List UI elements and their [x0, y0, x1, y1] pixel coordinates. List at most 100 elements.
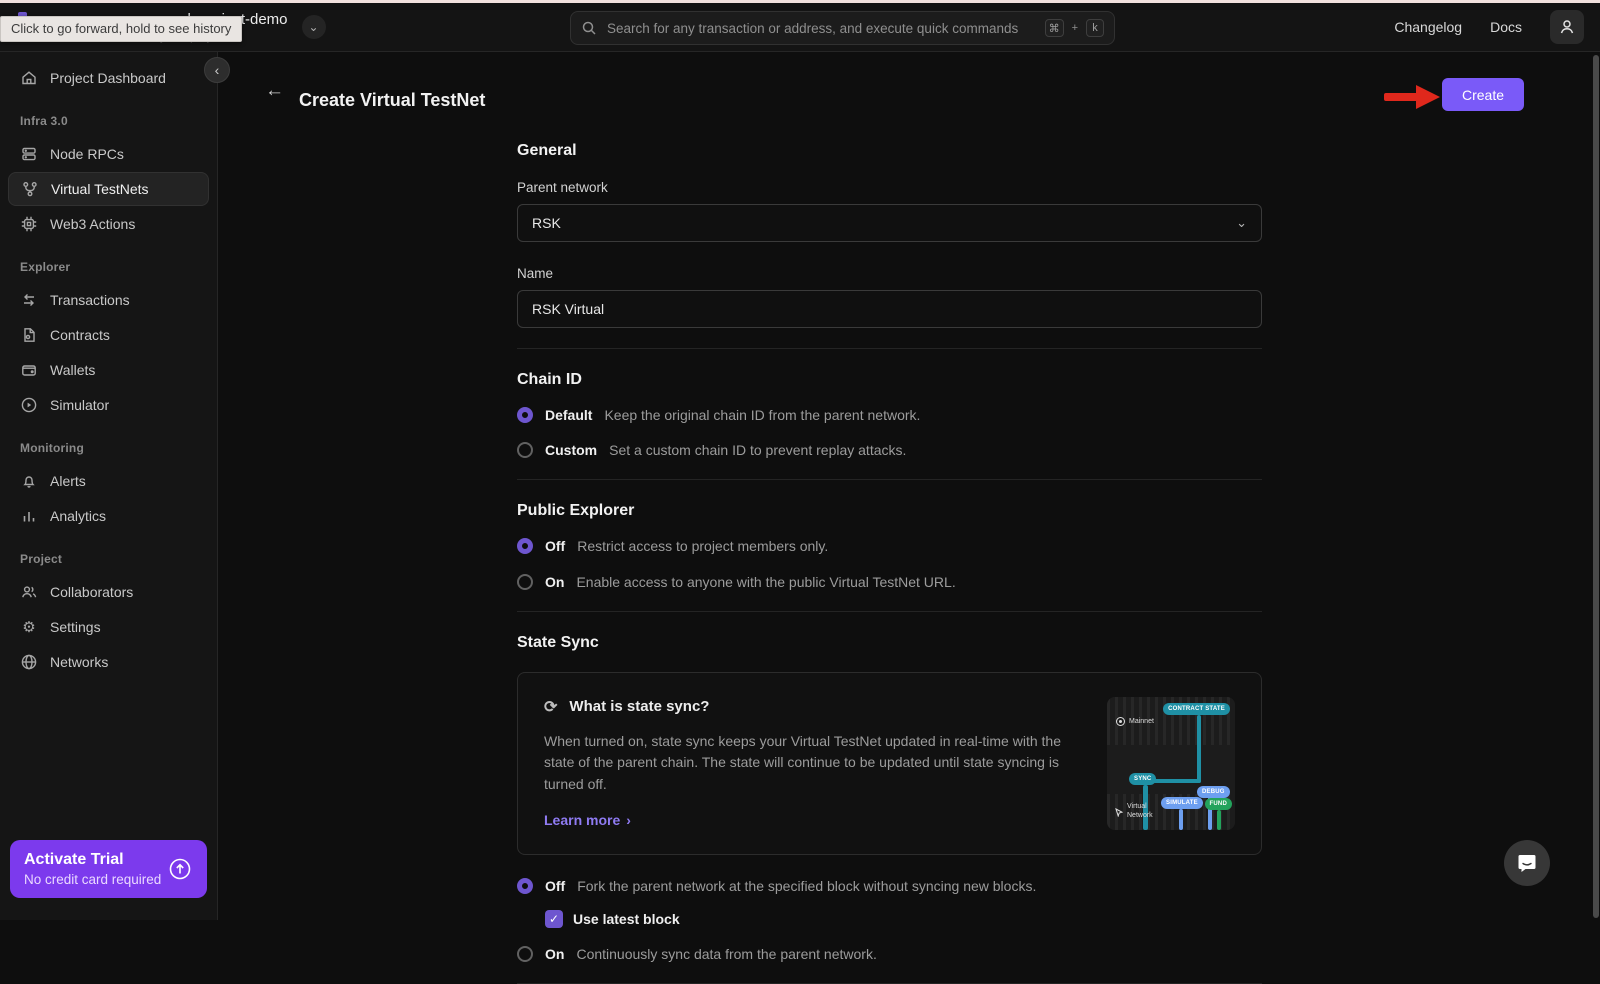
sidebar-item-collaborators[interactable]: Collaborators	[8, 575, 209, 609]
sidebar-item-simulator[interactable]: Simulator	[8, 388, 209, 422]
arrow-up-circle-icon	[167, 856, 193, 882]
option-desc: Set a custom chain ID to prevent replay …	[609, 441, 906, 459]
learn-more-label: Learn more	[544, 812, 620, 828]
sidebar-item-alerts[interactable]: Alerts	[8, 464, 209, 498]
person-icon	[1558, 18, 1576, 36]
use-latest-block-checkbox[interactable]: ✓	[545, 910, 563, 928]
option-label: Custom	[545, 441, 597, 459]
bell-icon	[20, 472, 38, 490]
globe-icon	[20, 653, 38, 671]
server-icon	[20, 145, 38, 163]
diagram-virtual-network-label: VirtualNetwork	[1115, 803, 1153, 821]
sidebar-item-wallets[interactable]: Wallets	[8, 353, 209, 387]
name-input[interactable]	[517, 290, 1262, 328]
sidebar-item-transactions[interactable]: Transactions	[8, 283, 209, 317]
sidebar-item-label: Settings	[50, 619, 101, 635]
chevron-left-icon: ‹	[215, 62, 220, 78]
state-sync-info-card: ⟳ What is state sync? When turned on, st…	[517, 672, 1262, 855]
global-search[interactable]: ⌘ + k	[570, 11, 1115, 45]
chain-id-option-custom: Custom Set a custom chain ID to prevent …	[517, 441, 1262, 459]
use-latest-block-label: Use latest block	[573, 911, 680, 927]
annotation-arrow	[1384, 85, 1440, 109]
radio-sync-on[interactable]	[517, 946, 533, 962]
docs-link[interactable]: Docs	[1490, 19, 1522, 35]
sidebar-item-contracts[interactable]: Contracts	[8, 318, 209, 352]
sidebar-item-label: Contracts	[50, 327, 110, 343]
chip-icon	[20, 215, 38, 233]
account-button[interactable]	[1550, 10, 1584, 44]
sidebar-item-project-dashboard[interactable]: Project Dashboard	[8, 61, 209, 95]
radio-sync-off[interactable]	[517, 878, 533, 894]
page-title: Create Virtual TestNet	[299, 90, 485, 111]
sidebar-item-label: Web3 Actions	[50, 216, 135, 232]
option-label: Off	[545, 877, 565, 895]
pill-simulate: SIMULATE	[1161, 797, 1203, 809]
sidebar-item-label: Project Dashboard	[50, 70, 166, 86]
name-label: Name	[517, 266, 1262, 281]
sidebar: ‹ Project Dashboard Infra 3.0 Node RPCs …	[0, 52, 218, 920]
option-label: Default	[545, 406, 592, 424]
activate-trial-banner[interactable]: Activate Trial No credit card required	[10, 840, 207, 898]
sidebar-item-label: Collaborators	[50, 584, 133, 600]
mainnet-icon	[1116, 717, 1125, 726]
state-sync-diagram: CONTRACT STATE SYNC SIMULATE DEBUG FUND …	[1107, 697, 1235, 830]
sync-icon: ⟳	[544, 697, 557, 717]
parent-network-select[interactable]: RSK ⌄	[517, 204, 1262, 242]
chevron-down-icon[interactable]: ⌄	[302, 15, 326, 39]
changelog-link[interactable]: Changelog	[1394, 19, 1462, 35]
sidebar-item-label: Simulator	[50, 397, 109, 413]
diagram-mainnet-label: Mainnet	[1116, 717, 1154, 726]
sidebar-item-analytics[interactable]: Analytics	[8, 499, 209, 533]
chevron-down-icon: ⌄	[1236, 215, 1247, 231]
sidebar-collapse-button[interactable]: ‹	[204, 57, 230, 83]
pill-debug: DEBUG	[1197, 786, 1230, 798]
kbd-plus: +	[1072, 22, 1078, 34]
learn-more-link[interactable]: Learn more ›	[544, 812, 631, 828]
sidebar-heading-monitoring: Monitoring	[0, 423, 217, 463]
trial-subtitle: No credit card required	[24, 872, 161, 887]
chevron-right-icon: ›	[626, 812, 631, 828]
check-icon: ✓	[549, 912, 559, 926]
main-content: ← Create Virtual TestNet Create General …	[218, 52, 1600, 920]
radio-explorer-on[interactable]	[517, 574, 533, 590]
radio-default[interactable]	[517, 407, 533, 423]
trial-title: Activate Trial	[24, 851, 161, 869]
parent-network-value: RSK	[532, 215, 561, 231]
option-label: On	[545, 573, 564, 591]
sidebar-item-node-rpcs[interactable]: Node RPCs	[8, 137, 209, 171]
sidebar-item-label: Alerts	[50, 473, 86, 489]
sidebar-item-networks[interactable]: Networks	[8, 645, 209, 679]
radio-custom[interactable]	[517, 442, 533, 458]
sidebar-item-settings[interactable]: ⚙ Settings	[8, 610, 209, 644]
search-icon	[581, 20, 597, 36]
back-button[interactable]: ←	[265, 80, 284, 102]
public-explorer-option-off: Off Restrict access to project members o…	[517, 537, 1262, 555]
pill-contract-state: CONTRACT STATE	[1163, 703, 1230, 715]
option-desc: Restrict access to project members only.	[577, 537, 828, 555]
chain-id-option-default: Default Keep the original chain ID from …	[517, 406, 1262, 424]
people-icon	[20, 583, 38, 601]
sidebar-item-web3-actions[interactable]: Web3 Actions	[8, 207, 209, 241]
option-desc: Keep the original chain ID from the pare…	[604, 406, 920, 424]
public-explorer-option-on: On Enable access to anyone with the publ…	[517, 573, 1262, 591]
chat-widget-button[interactable]	[1504, 840, 1550, 886]
parent-network-label: Parent network	[517, 180, 1262, 195]
pill-fund: FUND	[1205, 798, 1232, 810]
sidebar-heading-infra: Infra 3.0	[0, 96, 217, 136]
play-circle-icon	[20, 396, 38, 414]
sidebar-item-label: Networks	[50, 654, 108, 670]
page-scrollbar[interactable]	[1593, 55, 1599, 918]
option-desc: Enable access to anyone with the public …	[576, 573, 955, 591]
state-sync-heading: State Sync	[517, 634, 1262, 652]
section-chain-id: Chain ID Default Keep the original chain…	[517, 371, 1262, 480]
kbd-k: k	[1086, 19, 1104, 37]
option-label: On	[545, 945, 564, 963]
state-sync-option-off: Off Fork the parent network at the speci…	[517, 877, 1262, 895]
radio-explorer-off[interactable]	[517, 538, 533, 554]
sidebar-item-virtual-testnets[interactable]: Virtual TestNets	[8, 172, 209, 206]
search-input[interactable]	[605, 20, 1037, 37]
create-button[interactable]: Create	[1442, 78, 1524, 111]
section-public-explorer: Public Explorer Off Restrict access to p…	[517, 502, 1262, 611]
sync-card-body: When turned on, state sync keeps your Vi…	[544, 731, 1077, 796]
sidebar-item-label: Node RPCs	[50, 146, 124, 162]
